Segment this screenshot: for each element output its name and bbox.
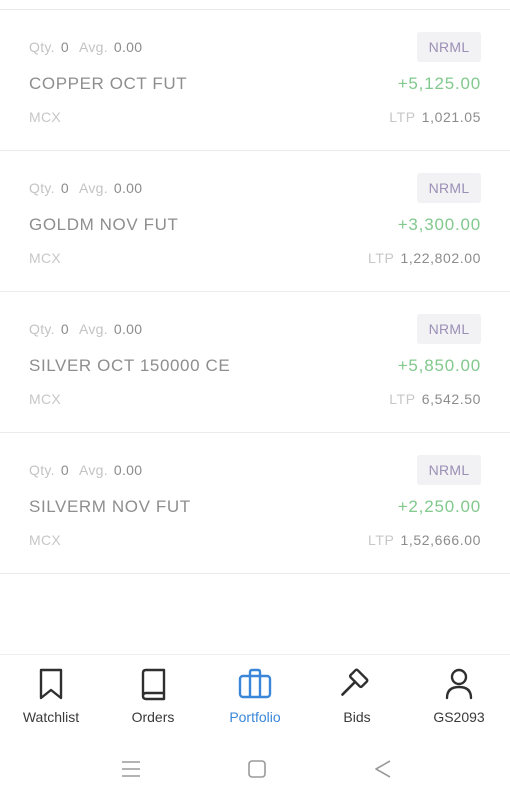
instrument-symbol: SILVERM NOV FUT — [29, 497, 191, 516]
pnl-value: +5,125.00 — [397, 74, 481, 93]
nav-account[interactable]: GS2093 — [408, 655, 510, 739]
exchange-label: MCX — [29, 532, 62, 548]
ltp-label: LTP — [368, 532, 395, 548]
qty-label: Qty. — [29, 39, 55, 55]
back-icon[interactable] — [372, 758, 394, 780]
instrument-symbol: COPPER OCT FUT — [29, 74, 188, 93]
exchange-label: MCX — [29, 391, 62, 407]
user-icon — [445, 668, 473, 700]
avg-label: Avg. — [78, 39, 108, 55]
ltp-value: 1,021.05 — [421, 109, 481, 125]
position-row[interactable]: Qty. 0 Avg. 0.00 NRML SILVER OCT 150000 CE … — [0, 292, 510, 433]
briefcase-icon — [238, 668, 272, 699]
product-badge: NRML — [417, 32, 481, 62]
nav-bids[interactable]: Bids — [306, 655, 408, 739]
qty-value: 0 — [60, 39, 69, 55]
instrument-symbol: SILVER OCT 150000 CE — [29, 356, 231, 375]
avg-value: 0.00 — [113, 180, 143, 196]
nav-account-label: GS2093 — [433, 709, 485, 725]
ltp-label: LTP — [368, 250, 395, 266]
qty-label: Qty. — [29, 321, 55, 337]
ltp-info: LTP 1,22,802.00 — [368, 250, 481, 266]
avg-value: 0.00 — [113, 321, 143, 337]
bookmark-icon — [39, 668, 63, 700]
qty-value: 0 — [60, 462, 69, 478]
qty-value: 0 — [60, 180, 69, 196]
position-row[interactable]: Qty. 0 Avg. 0.00 NRML COPPER OCT FUT +5,125… — [0, 10, 510, 151]
avg-value: 0.00 — [113, 462, 143, 478]
position-meta: Qty. 0 Avg. 0.00 — [29, 321, 142, 337]
exchange-label: MCX — [29, 109, 62, 125]
nav-orders[interactable]: Orders — [102, 655, 204, 739]
product-badge: NRML — [417, 455, 481, 485]
position-meta: Qty. 0 Avg. 0.00 — [29, 180, 142, 196]
nav-bids-label: Bids — [343, 709, 371, 725]
position-meta: Qty. 0 Avg. 0.00 — [29, 39, 142, 55]
instrument-symbol: GOLDM NOV FUT — [29, 215, 179, 234]
bottom-nav: Watchlist Orders Portfolio Bids GS2093 — [0, 654, 510, 738]
ltp-value: 1,22,802.00 — [400, 250, 481, 266]
avg-label: Avg. — [78, 462, 108, 478]
ltp-info: LTP 1,52,666.00 — [368, 532, 481, 548]
ltp-value: 6,542.50 — [421, 391, 481, 407]
nav-portfolio[interactable]: Portfolio — [204, 655, 306, 739]
pnl-value: +5,850.00 — [397, 356, 481, 375]
exchange-label: MCX — [29, 250, 62, 266]
positions-list: Qty. 0 Avg. 0.00 NRML COPPER OCT FUT +5,125… — [0, 10, 510, 574]
qty-label: Qty. — [29, 462, 55, 478]
position-row[interactable]: Qty. 0 Avg. 0.00 NRML GOLDM NOV FUT +3,300.… — [0, 151, 510, 292]
product-badge: NRML — [417, 173, 481, 203]
avg-label: Avg. — [78, 321, 108, 337]
position-row[interactable]: Qty. 0 Avg. 0.00 NRML SILVERM NOV FUT +2,25… — [0, 433, 510, 574]
qty-label: Qty. — [29, 180, 55, 196]
gavel-icon — [341, 668, 369, 696]
book-icon — [141, 668, 166, 701]
ltp-label: LTP — [389, 391, 416, 407]
ltp-info: LTP 6,542.50 — [389, 391, 481, 407]
nav-watchlist[interactable]: Watchlist — [0, 655, 102, 739]
home-icon[interactable] — [246, 758, 268, 780]
pnl-value: +2,250.00 — [397, 497, 481, 516]
position-meta: Qty. 0 Avg. 0.00 — [29, 462, 142, 478]
nav-watchlist-label: Watchlist — [22, 709, 80, 725]
avg-label: Avg. — [78, 180, 108, 196]
nav-orders-label: Orders — [131, 709, 175, 725]
qty-value: 0 — [60, 321, 69, 337]
ltp-label: LTP — [389, 109, 416, 125]
ltp-info: LTP 1,021.05 — [389, 109, 481, 125]
recent-apps-icon[interactable] — [120, 758, 142, 780]
nav-portfolio-label: Portfolio — [229, 709, 281, 725]
avg-value: 0.00 — [113, 39, 143, 55]
ltp-value: 1,52,666.00 — [400, 532, 481, 548]
system-nav-bar — [0, 738, 510, 800]
product-badge: NRML — [417, 314, 481, 344]
pnl-value: +3,300.00 — [397, 215, 481, 234]
